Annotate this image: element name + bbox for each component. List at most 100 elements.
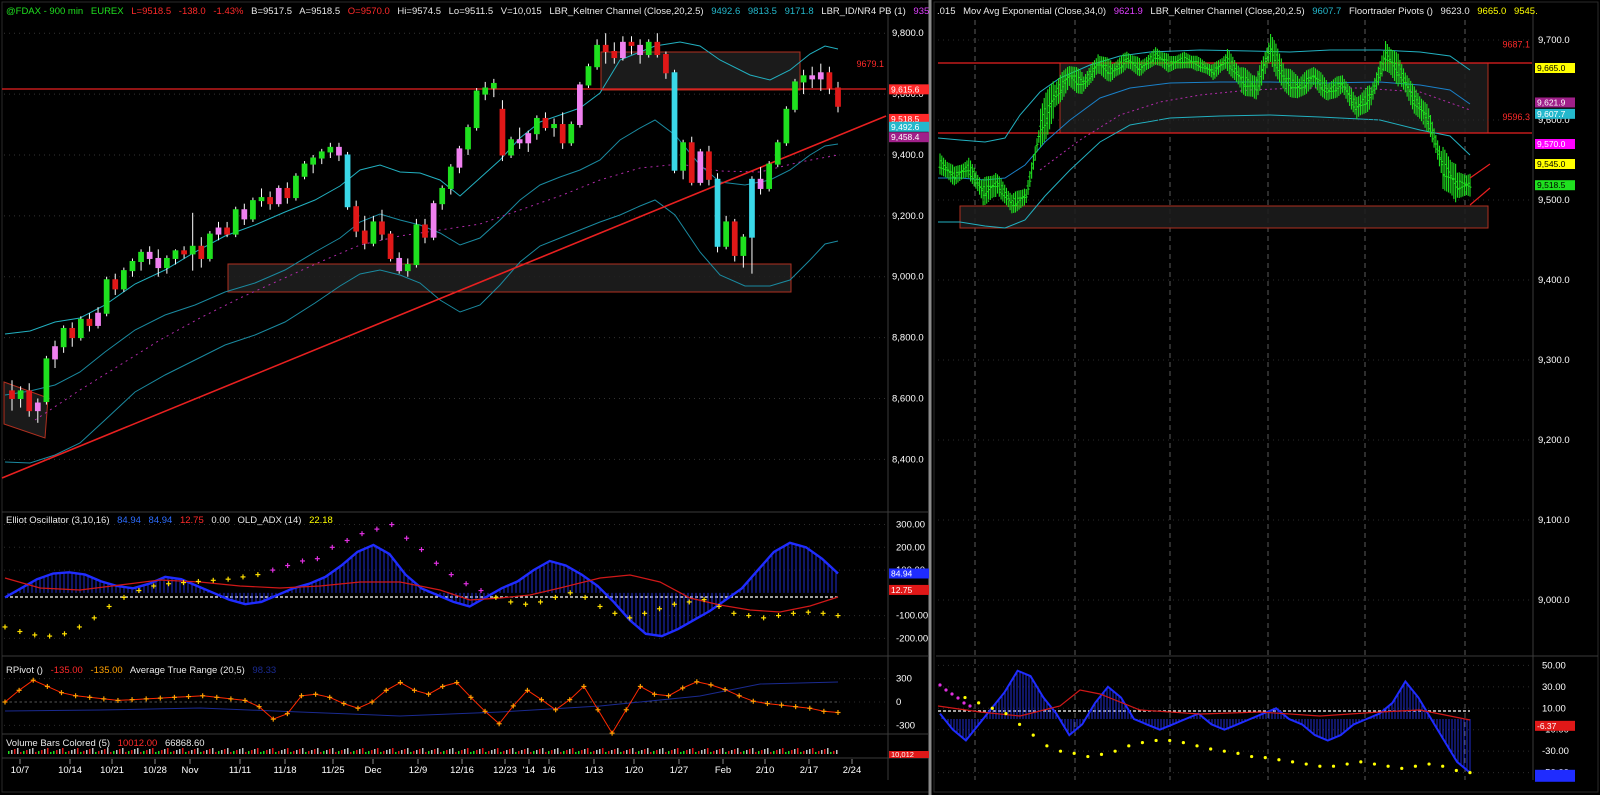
right-price-tick-label: 9,100.0 <box>1538 515 1570 526</box>
volume-bar <box>569 749 571 754</box>
volume-bar <box>524 749 526 754</box>
elliot-value-2: 84.94 <box>148 515 173 526</box>
rpivot-tick-label: 0 <box>896 697 901 708</box>
volume-bar <box>815 752 817 754</box>
candle-body <box>456 148 463 168</box>
candle-body <box>663 54 669 74</box>
candle-body <box>422 224 428 238</box>
rpivot-study-label[interactable]: RPivot () <box>6 665 43 676</box>
pivots-study-label[interactable]: Floortrader Pivots () <box>1349 6 1433 17</box>
volume-bar <box>173 751 175 754</box>
yellow-dot <box>1127 744 1131 748</box>
symbol-label[interactable]: @FDAX - 900 min <box>6 6 83 17</box>
date-tick-label: 11/25 <box>321 765 344 776</box>
volume-bar <box>533 751 535 754</box>
volume-bar <box>302 748 304 754</box>
volume-bar <box>203 751 205 754</box>
volume-bar <box>545 752 547 754</box>
volume-bar <box>551 750 553 754</box>
magenta-dot <box>944 688 948 692</box>
volume-bar <box>710 752 712 754</box>
yellow-dot <box>1209 747 1213 751</box>
volume-bar <box>542 748 544 754</box>
candle-body <box>731 221 738 256</box>
volume-bar <box>41 750 43 754</box>
date-tick-label: Feb <box>715 765 731 776</box>
candle-body <box>439 187 446 205</box>
right-osc-marker-label: -6.37 <box>1537 721 1557 731</box>
yellow-dot <box>1086 754 1090 759</box>
pivot-value-3: 9545. <box>1513 6 1538 17</box>
candle <box>250 197 256 222</box>
ema-study-label[interactable]: Mov Avg Exponential (Close,34,0) <box>963 6 1106 17</box>
candle-body <box>404 264 411 272</box>
yellow-dot <box>963 695 967 700</box>
candle <box>207 231 213 262</box>
volume-bar <box>527 748 529 754</box>
keltner-study-label[interactable]: LBR_Keltner Channel (Close,20,2.5) <box>549 6 703 17</box>
volume-bar <box>410 752 412 754</box>
volume-bar <box>707 748 709 754</box>
volume-bar <box>356 750 358 754</box>
volume-bar <box>764 749 766 754</box>
volume-bar <box>434 749 436 754</box>
idnr4-study-label[interactable]: LBR_ID/NR4 PB (1) <box>821 6 905 17</box>
candle-body <box>301 163 308 177</box>
volume-bar <box>530 752 532 754</box>
resistance-level-label: 9679.1 <box>856 59 884 69</box>
yellow-dot <box>1168 738 1172 743</box>
candle-body <box>637 44 643 56</box>
volume-bar <box>140 752 142 754</box>
yellow-dot <box>1017 722 1022 726</box>
volume-bar <box>515 752 517 754</box>
volume-bar <box>323 751 325 754</box>
volume-bar <box>791 750 793 754</box>
volume-bar <box>206 750 208 754</box>
volume-value-1: 10012.00 <box>117 738 158 749</box>
candle-body <box>525 133 532 144</box>
volume-bar <box>602 748 604 754</box>
yellow-dot <box>1140 741 1145 745</box>
volume-bar <box>443 751 445 754</box>
volume-header: Volume Bars Colored (5) 10012.00 66868.6… <box>6 738 210 749</box>
volume-bar <box>590 752 592 754</box>
volume-study-label[interactable]: Volume Bars Colored (5) <box>6 738 110 749</box>
candle <box>301 161 308 180</box>
volume-bar <box>683 751 685 754</box>
adx-study-label[interactable]: OLD_ADX (14) <box>238 515 302 526</box>
right-chart-header: .015 Mov Avg Exponential (Close,34,0) 96… <box>937 6 1543 17</box>
volume-bar <box>242 748 244 754</box>
candle-body <box>9 390 15 399</box>
volume-bar <box>776 750 778 754</box>
candle-body <box>224 227 230 235</box>
net-change-pct: -1.43% <box>213 6 244 17</box>
atr-study-label[interactable]: Average True Range (20,5) <box>130 665 245 676</box>
candle-body <box>241 209 248 220</box>
volume-bar <box>314 749 316 754</box>
candle-body <box>129 261 136 272</box>
volume-bar <box>377 748 379 754</box>
volume-bar <box>149 749 151 754</box>
volume-bar <box>401 750 403 754</box>
elliot-tick-label: -200.00 <box>896 633 928 644</box>
right-keltner-label[interactable]: LBR_Keltner Channel (Close,20,2.5) <box>1150 6 1304 17</box>
right-keltner-value: 9607.7 <box>1312 6 1342 17</box>
volume-bar <box>227 748 229 754</box>
volume-bar <box>566 750 568 754</box>
volume-bar <box>8 751 10 754</box>
candle-body <box>508 139 514 156</box>
volume-bar <box>263 751 265 754</box>
elliot-study-label[interactable]: Elliot Oscillator (3,10,16) <box>6 515 109 526</box>
volume-bar <box>287 748 289 754</box>
volume-bar <box>509 749 511 754</box>
yellow-dot <box>1304 762 1308 766</box>
elliot-value-1: 84.94 <box>117 515 141 526</box>
candle <box>688 136 695 186</box>
candle-body <box>120 270 127 290</box>
volume-bar <box>38 751 40 754</box>
volume-bar <box>491 750 493 754</box>
date-tick-label: 1/13 <box>585 765 604 776</box>
volume-bar <box>581 750 583 754</box>
volume-bar <box>626 750 628 754</box>
volume-bar <box>614 749 616 754</box>
